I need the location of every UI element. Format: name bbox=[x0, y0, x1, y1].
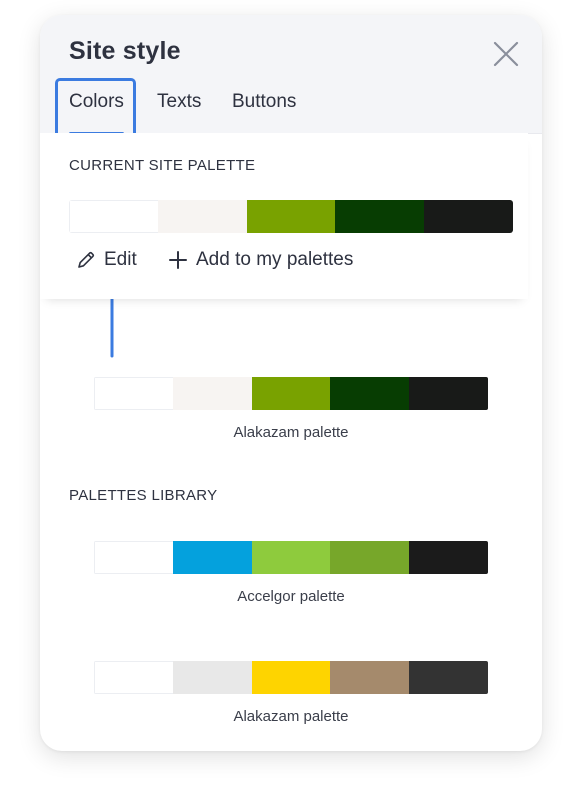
close-icon[interactable] bbox=[491, 39, 521, 69]
color-swatch bbox=[409, 661, 488, 694]
library-palette-swatches[interactable] bbox=[94, 541, 488, 574]
color-swatch[interactable] bbox=[246, 200, 336, 233]
color-swatch bbox=[94, 541, 173, 574]
color-swatch bbox=[94, 377, 173, 410]
color-swatch[interactable] bbox=[69, 200, 158, 233]
color-swatch[interactable] bbox=[335, 200, 425, 233]
color-swatch bbox=[330, 377, 410, 410]
current-palette-section: CURRENT SITE PALETTE Edit Add to my pale… bbox=[40, 133, 528, 299]
palette-name: Alakazam palette bbox=[233, 708, 349, 725]
palettes-library-heading: PALETTES LIBRARY bbox=[69, 487, 218, 504]
site-style-panel: Site style Colors Texts Buttons CURRENT … bbox=[40, 15, 542, 751]
library-palette-swatches[interactable] bbox=[94, 661, 488, 694]
current-palette-swatches bbox=[69, 200, 513, 233]
color-swatch bbox=[409, 541, 488, 574]
plus-icon bbox=[169, 251, 187, 269]
color-swatch bbox=[172, 377, 252, 410]
tab-buttons[interactable]: Buttons bbox=[232, 91, 296, 113]
color-swatch bbox=[251, 661, 331, 694]
edit-button-label: Edit bbox=[104, 249, 137, 270]
color-swatch bbox=[94, 661, 173, 694]
color-swatch bbox=[251, 541, 331, 574]
color-swatch bbox=[172, 541, 252, 574]
edit-button[interactable]: Edit bbox=[76, 249, 137, 271]
color-swatch bbox=[409, 377, 488, 410]
pencil-icon bbox=[78, 251, 95, 268]
color-swatch bbox=[330, 541, 410, 574]
color-swatch bbox=[251, 377, 331, 410]
palette-name: Alakazam palette bbox=[233, 424, 349, 441]
current-palette-heading: CURRENT SITE PALETTE bbox=[69, 157, 256, 174]
tab-texts[interactable]: Texts bbox=[157, 91, 201, 113]
panel-title: Site style bbox=[69, 37, 181, 65]
panel-header: Site style Colors Texts Buttons bbox=[40, 15, 542, 139]
add-to-palettes-button[interactable]: Add to my palettes bbox=[168, 249, 353, 271]
add-to-palettes-label: Add to my palettes bbox=[196, 249, 354, 270]
color-swatch[interactable] bbox=[157, 200, 247, 233]
color-swatch bbox=[330, 661, 410, 694]
suggested-palette-swatches[interactable] bbox=[94, 377, 488, 410]
tab-colors[interactable]: Colors bbox=[69, 91, 124, 113]
palette-name: Accelgor palette bbox=[237, 588, 345, 605]
color-swatch bbox=[172, 661, 252, 694]
color-swatch[interactable] bbox=[424, 200, 513, 233]
